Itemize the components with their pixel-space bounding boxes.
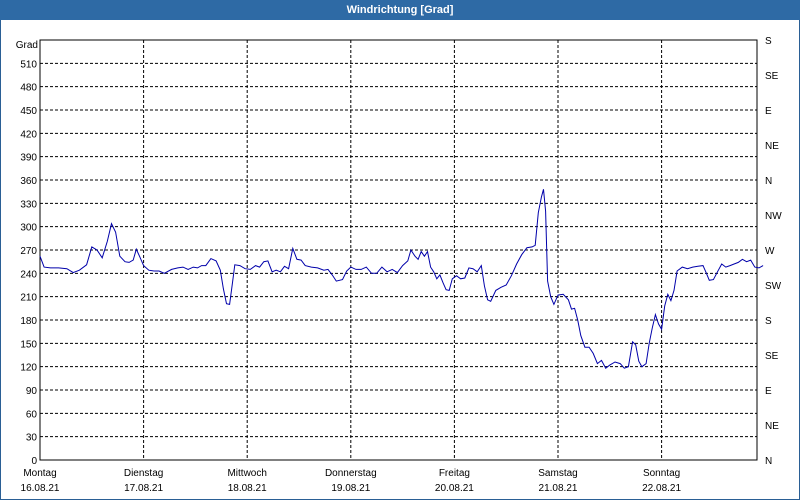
- x-tick-date-label: 19.08.21: [331, 483, 370, 494]
- x-tick-day-label: Dienstag: [124, 468, 163, 479]
- right-axis-compass-label: W: [765, 246, 775, 257]
- x-tick-day-label: Samstag: [538, 468, 577, 479]
- right-axis-compass-ticks: N NE E SE S SW W NW N NE E SE S: [765, 36, 782, 467]
- right-axis-compass-label: NE: [765, 141, 779, 152]
- x-axis-ticks: Montag 16.08.21 Dienstag 17.08.21 Mittwoch 18…: [21, 468, 682, 494]
- y-tick-label: 480: [20, 83, 37, 94]
- y-tick-label: 180: [20, 316, 37, 327]
- y-tick-label: 300: [20, 223, 37, 234]
- right-axis-compass-label: SW: [765, 281, 782, 292]
- x-tick-day-label: Mittwoch: [227, 468, 266, 479]
- y-axis-label: Grad: [16, 40, 38, 51]
- y-tick-label: 360: [20, 176, 37, 187]
- y-tick-label: 450: [20, 106, 37, 117]
- y-tick-label: 90: [26, 386, 38, 397]
- x-tick-date-label: 16.08.21: [21, 483, 60, 494]
- y-tick-label: 150: [20, 339, 37, 350]
- window-title: Windrichtung [Grad]: [346, 4, 454, 16]
- right-axis-compass-label: S: [765, 316, 772, 327]
- x-tick-date-label: 21.08.21: [539, 483, 578, 494]
- y-tick-label: 210: [20, 293, 37, 304]
- x-tick-day-label: Montag: [23, 468, 56, 479]
- right-axis-compass-label: N: [765, 456, 772, 467]
- x-tick-date-label: 22.08.21: [642, 483, 681, 494]
- right-axis-compass-label: NE: [765, 421, 779, 432]
- x-tick-day-label: Freitag: [439, 468, 470, 479]
- y-tick-label: 330: [20, 199, 37, 210]
- right-axis-compass-label: SE: [765, 71, 779, 82]
- right-axis-compass-label: S: [765, 36, 772, 47]
- window-title-bar: Windrichtung [Grad]: [0, 0, 800, 20]
- y-tick-label: 390: [20, 153, 37, 164]
- y-tick-label: 270: [20, 246, 37, 257]
- y-tick-label: 420: [20, 129, 37, 140]
- y-tick-label: 0: [31, 456, 37, 467]
- grid: [40, 40, 757, 460]
- x-tick-date-label: 20.08.21: [435, 483, 474, 494]
- y-tick-label: 510: [20, 59, 37, 70]
- wind-direction-chart: Grad 0 30 60 90 120 150 180 210 240 270 300 330 360 3…: [16, 36, 782, 494]
- wind-direction-series-line: [39, 189, 764, 369]
- right-axis-compass-label: SE: [765, 351, 779, 362]
- x-tick-date-label: 17.08.21: [124, 483, 163, 494]
- right-axis-compass-label: NW: [765, 211, 782, 222]
- x-tick-date-label: 18.08.21: [228, 483, 267, 494]
- right-axis-compass-label: E: [765, 386, 772, 397]
- y-axis-ticks: 0 30 60 90 120 150 180 210 240 270 300 330 360 390 420…: [20, 59, 37, 467]
- y-tick-label: 240: [20, 269, 37, 280]
- y-tick-label: 60: [26, 409, 38, 420]
- y-tick-label: 30: [26, 433, 38, 444]
- right-axis-compass-label: N: [765, 176, 772, 187]
- x-tick-day-label: Donnerstag: [325, 468, 377, 479]
- right-axis-compass-label: E: [765, 106, 772, 117]
- y-tick-label: 120: [20, 363, 37, 374]
- x-tick-day-label: Sonntag: [643, 468, 680, 479]
